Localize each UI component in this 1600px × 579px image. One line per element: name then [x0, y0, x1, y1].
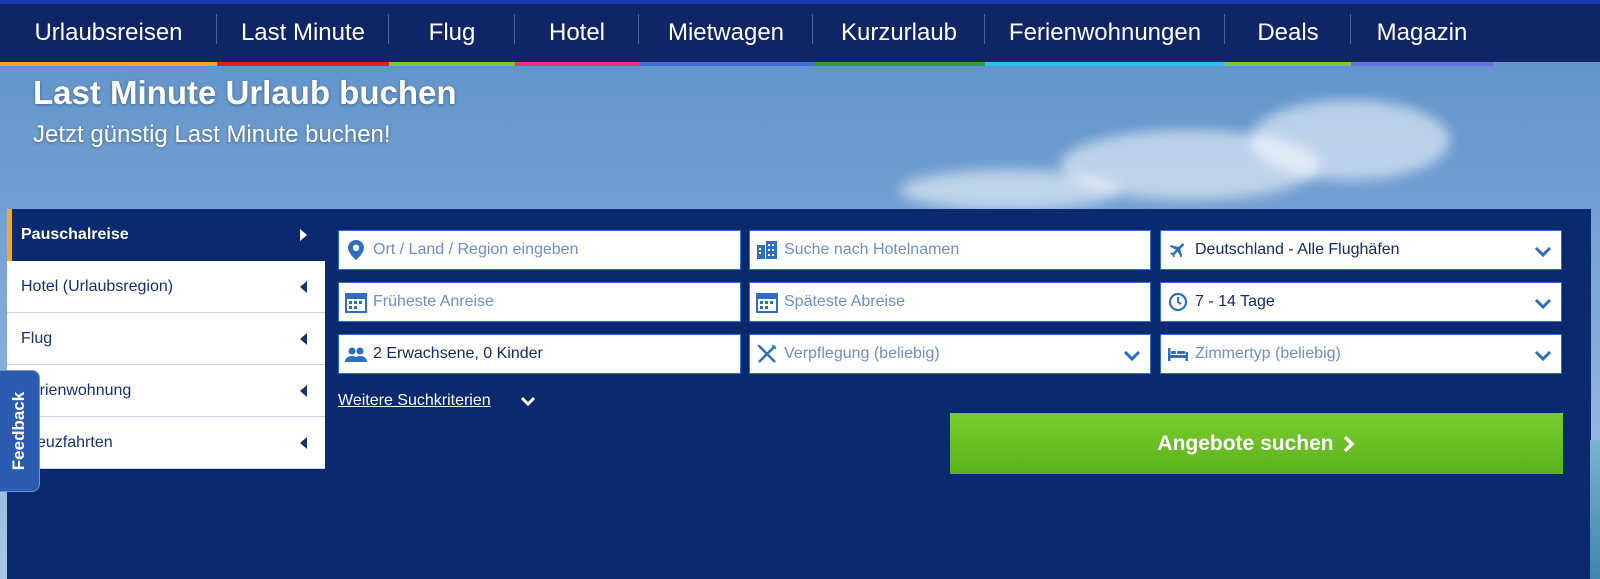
building-icon — [750, 241, 784, 259]
nav-color-bar — [217, 62, 389, 66]
people-icon — [339, 346, 373, 362]
nav-item-last-minute[interactable]: Last Minute — [217, 4, 389, 66]
nav-color-bar — [389, 62, 515, 66]
feedback-label: Feedback — [9, 391, 29, 471]
calendar-icon — [339, 291, 373, 313]
page-subtitle: Jetzt günstig Last Minute buchen! — [33, 121, 391, 148]
room-type-select[interactable]: Zimmertyp (beliebig) — [1160, 334, 1562, 374]
departure-placeholder: Früheste Anreise — [373, 293, 494, 310]
calendar-icon — [750, 291, 784, 313]
cloud-decoration — [1250, 100, 1450, 180]
duration-value: 7 - 14 Tage — [1195, 293, 1275, 310]
nav-item-ferienwohnungen[interactable]: Ferienwohnungen — [985, 4, 1225, 66]
search-button-label: Angebote suchen — [1157, 431, 1334, 455]
nav-color-bar — [0, 62, 217, 66]
chevron-down-icon[interactable] — [518, 392, 538, 415]
main-navigation: Urlaubsreisen Last Minute Flug Hotel Mietwag… — [0, 0, 1600, 66]
nav-color-bar — [985, 62, 1225, 66]
board-select[interactable]: Verpflegung (beliebig) — [749, 334, 1151, 374]
clock-icon — [1161, 292, 1195, 312]
caret-left-icon — [300, 280, 307, 293]
airplane-icon — [1161, 240, 1195, 260]
bed-icon — [1161, 346, 1195, 362]
tab-pauschalreise[interactable]: Pauschalreise — [7, 209, 325, 261]
nav-color-bar — [639, 62, 813, 66]
chevron-down-icon — [1533, 293, 1553, 318]
nav-item-mietwagen[interactable]: Mietwagen — [639, 4, 813, 66]
tab-flug[interactable]: Flug — [7, 313, 325, 365]
more-criteria-link[interactable]: Weitere Suchkriterien — [338, 392, 491, 410]
caret-left-icon — [300, 332, 307, 345]
nav-item-label: Mietwagen — [667, 19, 785, 46]
airport-select[interactable]: Deutschland - Alle Flughäfen — [1160, 230, 1562, 270]
board-placeholder: Verpflegung (beliebig) — [784, 345, 940, 362]
search-type-tabs: Pauschalreise Hotel (Urlaubsregion) Flug… — [7, 209, 325, 469]
tab-label: Pauschalreise — [21, 226, 129, 243]
nav-item-label: Ferienwohnungen — [1008, 19, 1202, 46]
nav-item-label: Hotel — [548, 19, 606, 46]
room-placeholder: Zimmertyp (beliebig) — [1195, 345, 1341, 362]
search-offers-button[interactable]: Angebote suchen — [950, 413, 1563, 474]
nav-item-label: Last Minute — [240, 19, 366, 46]
page-title: Last Minute Urlaub buchen — [33, 74, 457, 111]
cutlery-icon — [750, 343, 784, 365]
hotel-placeholder: Suche nach Hotelnamen — [784, 241, 960, 258]
chevron-down-icon — [1533, 345, 1553, 370]
chevron-down-icon — [1122, 345, 1142, 370]
caret-left-icon — [300, 384, 307, 397]
nav-item-kurzurlaub[interactable]: Kurzurlaub — [813, 4, 985, 66]
sea-background — [1590, 440, 1600, 579]
return-placeholder: Späteste Abreise — [784, 293, 905, 310]
cloud-decoration — [900, 170, 1120, 210]
nav-color-bar — [1351, 62, 1493, 66]
departure-date-input[interactable]: Früheste Anreise — [338, 282, 741, 322]
hotel-name-input[interactable]: Suche nach Hotelnamen — [749, 230, 1151, 270]
destination-placeholder: Ort / Land / Region eingeben — [373, 241, 579, 258]
nav-item-label: Deals — [1257, 19, 1319, 46]
chevron-right-icon — [1342, 434, 1356, 454]
nav-item-label: Kurzurlaub — [840, 19, 958, 46]
nav-item-label: Urlaubsreisen — [34, 19, 183, 46]
destination-input[interactable]: Ort / Land / Region eingeben — [338, 230, 741, 270]
caret-right-icon — [300, 229, 307, 241]
airport-value: Deutschland - Alle Flughäfen — [1195, 241, 1400, 258]
nav-item-magazin[interactable]: Magazin — [1351, 4, 1493, 66]
tab-label: Hotel (Urlaubsregion) — [21, 277, 174, 295]
nav-item-label: Flug — [428, 19, 476, 46]
travelers-value: 2 Erwachsene, 0 Kinder — [373, 345, 543, 362]
nav-item-flug[interactable]: Flug — [389, 4, 515, 66]
nav-item-deals[interactable]: Deals — [1225, 4, 1351, 66]
caret-left-icon — [300, 436, 307, 449]
tab-hotel[interactable]: Hotel (Urlaubsregion) — [7, 261, 325, 313]
nav-color-bar — [1225, 62, 1351, 66]
chevron-down-icon — [1533, 241, 1553, 266]
nav-item-label: Magazin — [1376, 19, 1468, 46]
return-date-input[interactable]: Späteste Abreise — [749, 282, 1151, 322]
tab-ferienwohnung[interactable]: Ferienwohnung — [7, 365, 325, 417]
nav-item-urlaubsreisen[interactable]: Urlaubsreisen — [0, 4, 217, 66]
map-pin-icon — [339, 240, 373, 260]
feedback-tab[interactable]: Feedback — [0, 370, 40, 492]
duration-select[interactable]: 7 - 14 Tage — [1160, 282, 1562, 322]
tab-label: Flug — [21, 329, 53, 347]
travelers-select[interactable]: 2 Erwachsene, 0 Kinder — [338, 334, 741, 374]
nav-item-hotel[interactable]: Hotel — [515, 4, 639, 66]
tab-kreuzfahrten[interactable]: Kreuzfahrten — [7, 417, 325, 469]
nav-color-bar — [813, 62, 985, 66]
nav-color-bar — [515, 62, 639, 66]
